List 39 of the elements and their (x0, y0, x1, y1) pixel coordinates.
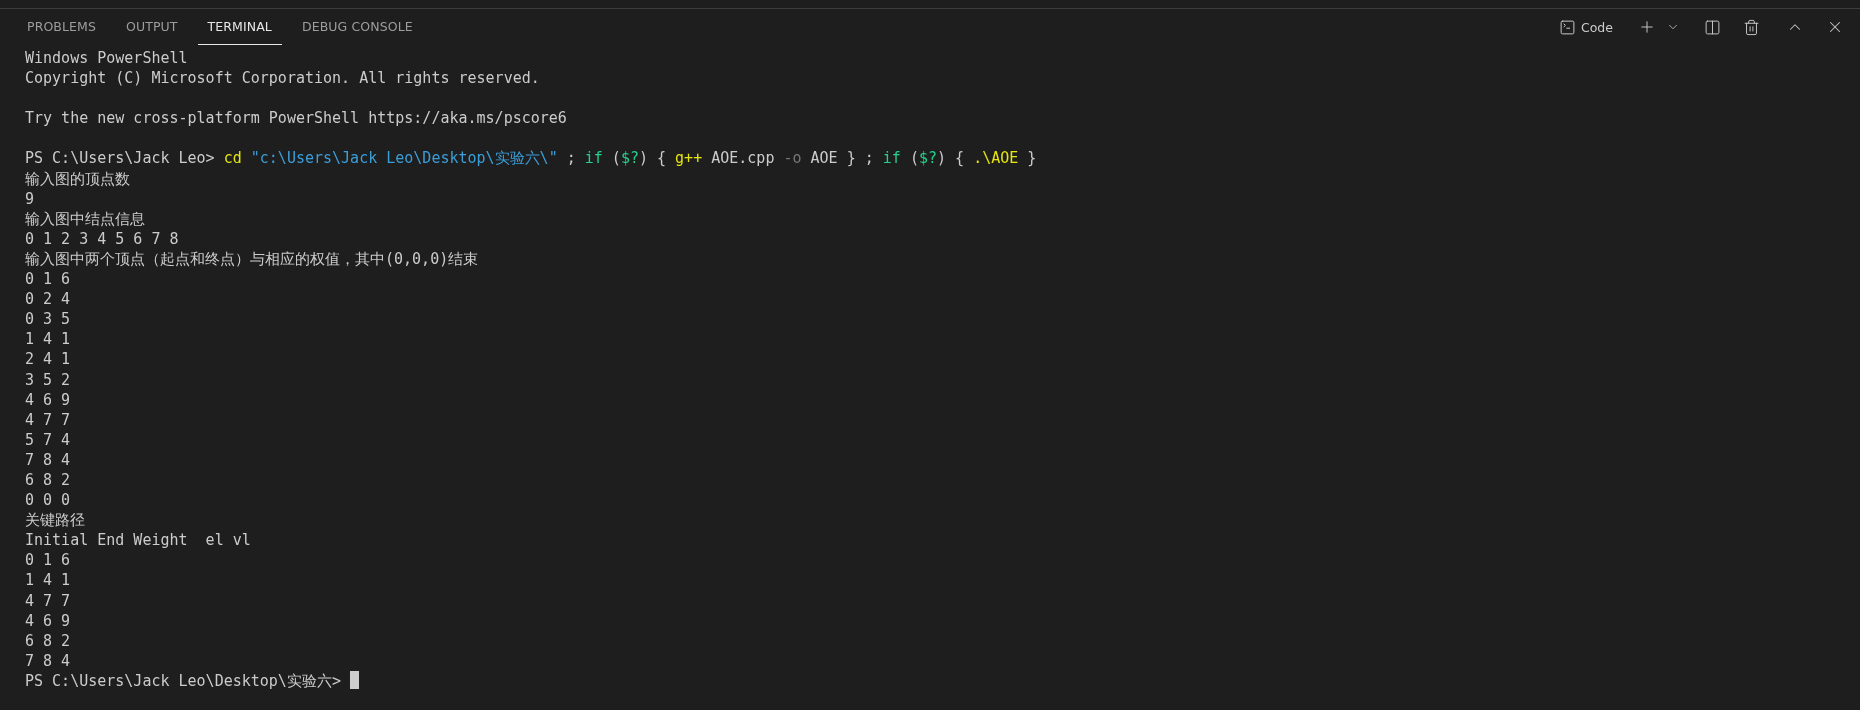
terminal-line: 2 4 1 (25, 350, 71, 369)
terminal-line: 4 6 9 (25, 390, 71, 409)
terminal-line: 6 8 2 (25, 470, 71, 489)
terminal-line: 6 8 2 (25, 631, 71, 650)
terminal-line: 5 7 4 (25, 430, 71, 449)
terminal-line: 9 (25, 189, 35, 208)
terminal-line: Copyright (C) Microsoft Corporation. All rights reserved. (25, 69, 540, 88)
terminal-line: 3 5 2 (25, 370, 71, 389)
terminal-line: 4 7 7 (25, 410, 71, 429)
terminal-line: 7 8 4 (25, 651, 71, 670)
trash-icon (1743, 18, 1760, 36)
terminal-icon (1559, 18, 1576, 36)
terminal-line: 4 7 7 (25, 591, 71, 610)
terminal-line: 输入图中结点信息 (25, 209, 145, 228)
terminal-line: Initial End Weight el vl (25, 531, 251, 550)
terminal-line: 0 1 6 (25, 270, 71, 289)
terminal-line: 关键路径 (25, 511, 85, 530)
terminal-line: 输入图的顶点数 (25, 169, 130, 188)
terminal-line: 7 8 4 (25, 450, 71, 469)
terminal-line: 4 6 9 (25, 611, 71, 630)
terminal-line: 输入图中两个顶点（起点和终点）与相应的权值，其中(0,0,0)结束 (25, 249, 479, 268)
terminal-line: 1 4 1 (25, 571, 71, 590)
terminal-line: PS C:\Users\Jack Leo> cd "c:\Users\Jack Leo\Desktop\实验六\" ; if ($?) { g++ AOE.cpp -o AOE } ; if ($?) { .\AOE } (25, 149, 1037, 168)
terminal-line: 1 4 1 (25, 330, 71, 349)
terminal-line: 0 3 5 (25, 310, 71, 329)
terminal-line: 0 2 4 (25, 290, 71, 309)
terminal-line: 0 0 0 (25, 491, 71, 510)
terminal-line: Try the new cross-platform PowerShell https://aka.ms/pscore6 (25, 109, 567, 128)
panel-tab[interactable]: PROBLEMS (17, 9, 107, 45)
terminal-line: 0 1 2 3 4 5 6 7 8 (25, 229, 179, 248)
terminal-line: PS C:\Users\Jack Leo\Desktop\实验六> (25, 671, 342, 690)
split-icon (1704, 18, 1721, 36)
terminal-shell-button[interactable]: Code (1556, 16, 1616, 38)
panel-tab[interactable]: OUTPUT (116, 9, 188, 45)
terminal-line: 0 1 6 (25, 551, 71, 570)
plus-icon (1638, 18, 1656, 36)
terminal-line: Windows PowerShell (25, 49, 188, 67)
panel-tab[interactable]: TERMINAL (197, 9, 282, 45)
panel-tab[interactable]: DEBUG CONSOLE (291, 9, 423, 45)
